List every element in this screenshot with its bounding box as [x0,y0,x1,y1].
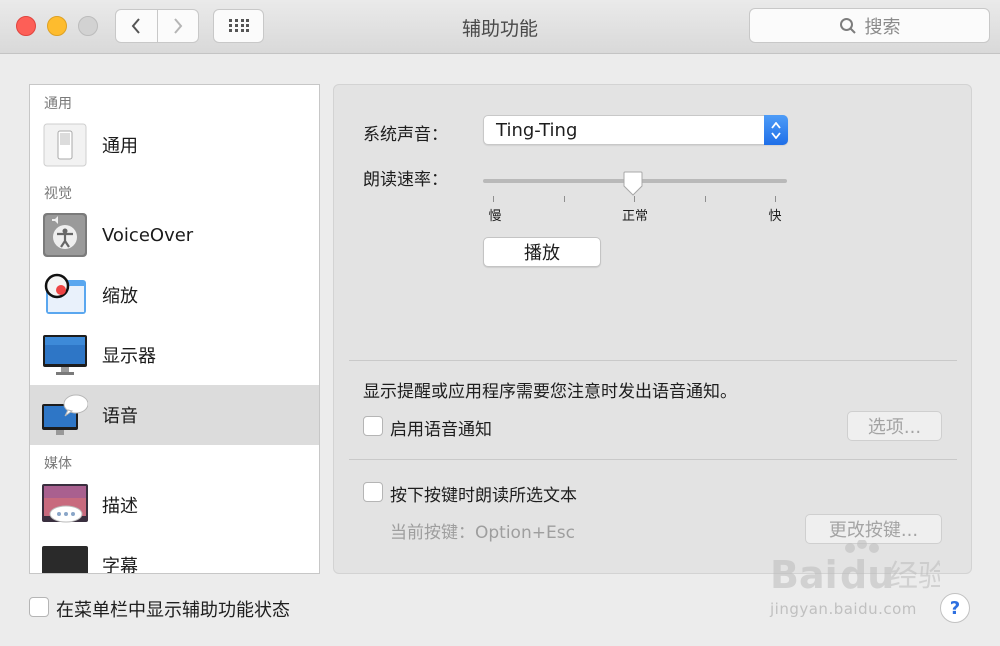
switch-icon [42,122,88,168]
sidebar-item-speech[interactable]: 语音 [30,385,319,445]
zoom-window-button[interactable] [78,16,98,36]
voiceover-icon [42,212,88,258]
sidebar-item-general[interactable]: 通用 [30,115,319,175]
grid-icon [228,19,249,32]
help-button[interactable]: ? [940,593,970,623]
speak-selected-text-checkbox[interactable] [363,482,383,502]
svg-text:du: du [840,553,894,597]
sidebar-item-label: 字幕 [102,556,138,574]
zoom-icon [42,272,88,318]
system-voice-value: Ting-Ting [496,120,578,141]
sidebar-item-label: 描述 [102,496,138,517]
announcement-description: 显示提醒或应用程序需要您注意时发出语音通知。 [363,382,737,402]
divider [349,360,957,361]
sidebar-item-label: 语音 [102,406,138,427]
speech-panel: 系统声音： Ting-Ting 朗读速率： 慢 正常 快 播放 显示提醒或应用程… [333,84,972,574]
current-key-label: 当前按键：Option+Esc [390,523,575,543]
slider-tick [705,196,706,202]
forward-button[interactable] [156,10,199,42]
enable-announcements-label: 启用语音通知 [390,420,492,440]
system-voice-popup[interactable]: Ting-Ting [483,115,788,145]
slider-tick [634,196,635,202]
sidebar-item-label: 缩放 [102,286,138,307]
back-button[interactable] [116,10,157,42]
rate-slow-label: 慢 [488,209,502,224]
search-placeholder: 搜索 [864,16,901,38]
speak-selected-text-label: 按下按键时朗读所选文本 [390,486,577,506]
navigation-buttons [115,9,199,43]
window-title: 辅助功能 [461,18,538,40]
chevron-left-icon [131,18,141,34]
minimize-window-button[interactable] [47,16,67,36]
category-sidebar[interactable]: 通用 通用 视觉 VoiceOver 缩放 显示器 语音 媒体 描述 字幕 [29,84,320,574]
play-button[interactable]: 播放 [483,237,601,267]
popup-arrows-icon [764,115,788,145]
system-voice-label: 系统声音： [363,125,448,145]
slider-tick [775,196,776,202]
section-header-general: 通用 [44,96,72,112]
svg-text:Bai: Bai [770,553,838,597]
divider [349,459,957,460]
captions-icon [42,542,88,573]
slider-thumb[interactable] [621,171,645,197]
rate-fast-label: 快 [768,209,782,224]
show-all-button[interactable] [213,9,264,43]
speech-icon [42,392,89,438]
menubar-status-label: 在菜单栏中显示辅助功能状态 [56,600,290,621]
section-header-media: 媒体 [44,456,72,472]
display-icon [42,332,88,378]
speaking-rate-label: 朗读速率： [363,170,448,190]
sidebar-item-captions[interactable]: 字幕 [30,535,319,574]
options-button[interactable]: 选项... [847,411,942,441]
search-icon [839,17,856,34]
slider-tick [564,196,565,202]
rate-normal-label: 正常 [621,209,648,224]
sidebar-item-display[interactable]: 显示器 [30,325,319,385]
title-bar: 辅助功能 搜索 [0,0,1000,54]
sidebar-item-label: VoiceOver [102,224,194,246]
sidebar-item-label: 显示器 [102,346,156,367]
enable-announcements-checkbox[interactable] [363,416,383,436]
watermark-text: jingyan.baidu.com [770,600,917,618]
descriptions-icon [42,482,88,528]
sidebar-item-label: 通用 [102,136,138,157]
svg-text:经验: 经验 [888,559,940,594]
slider-tick [493,196,494,202]
chevron-right-icon [173,18,183,34]
sidebar-item-descriptions[interactable]: 描述 [30,475,319,535]
sidebar-item-voiceover[interactable]: VoiceOver [30,205,319,265]
section-header-vision: 视觉 [44,186,72,202]
close-window-button[interactable] [16,16,36,36]
menubar-status-checkbox[interactable] [29,597,49,617]
sidebar-item-zoom[interactable]: 缩放 [30,265,319,325]
search-field[interactable]: 搜索 [749,8,990,43]
